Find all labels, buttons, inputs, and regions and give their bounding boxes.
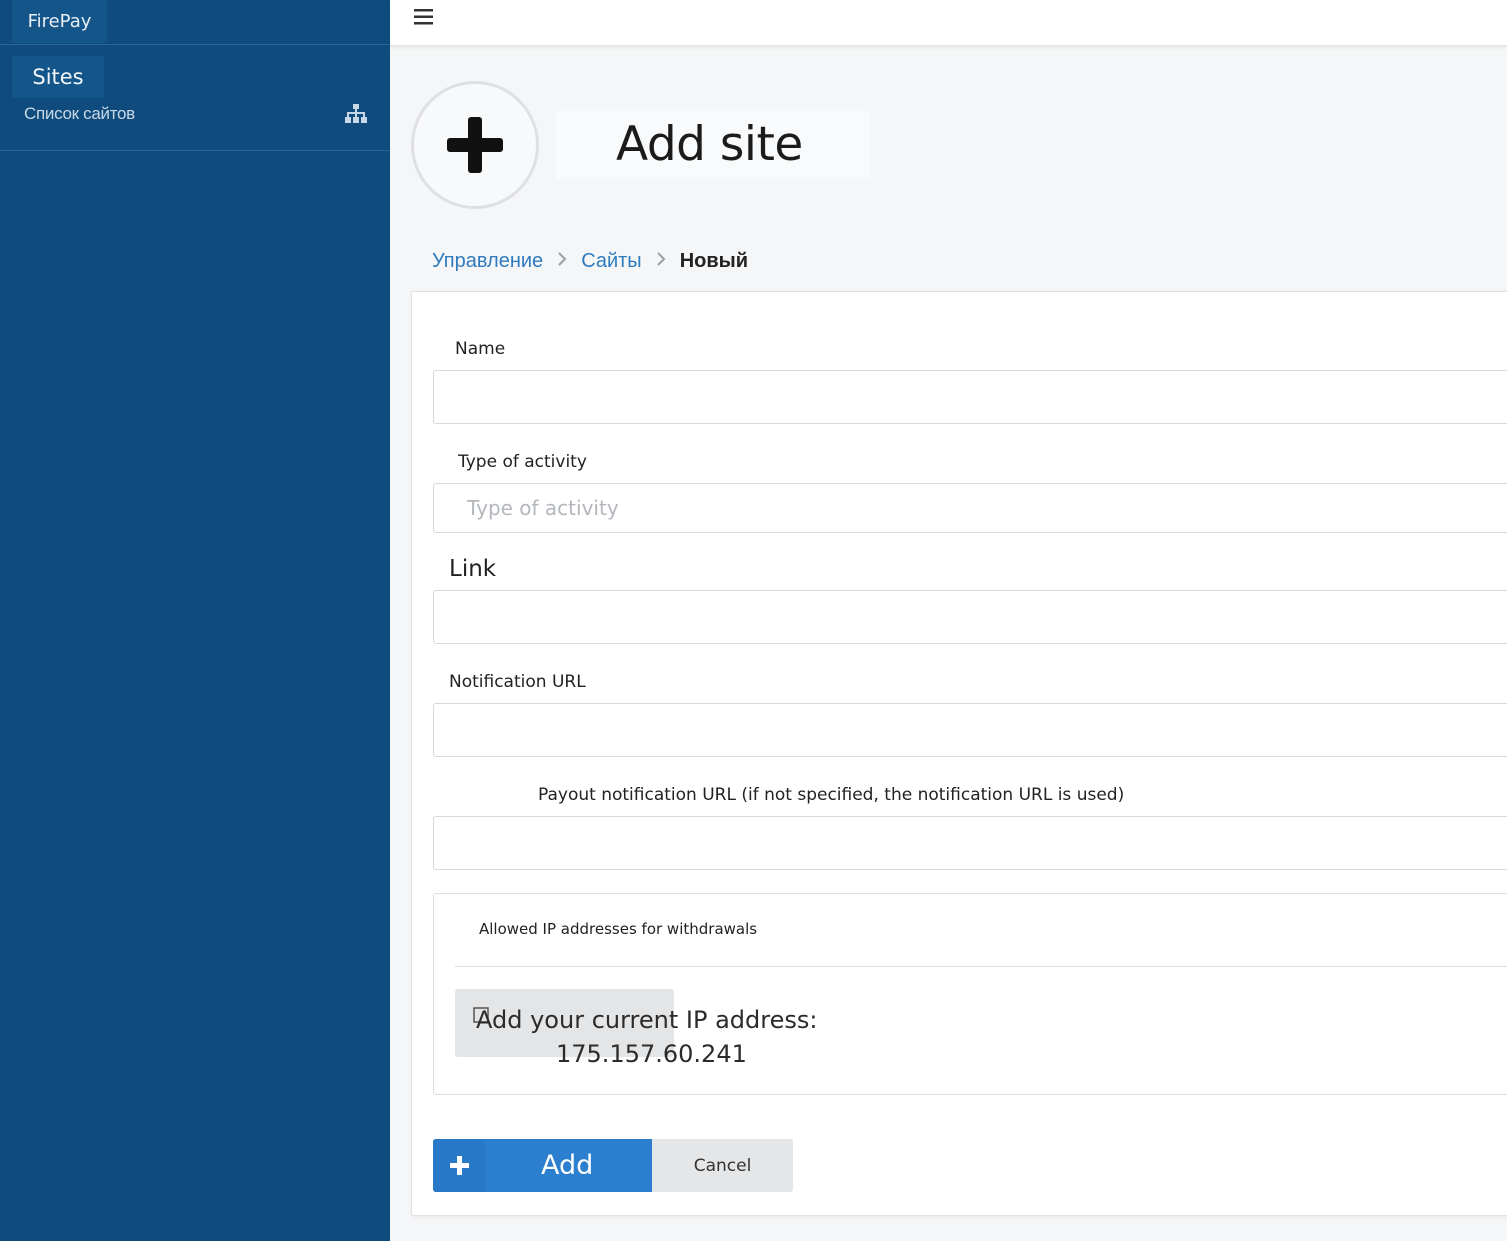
current-ip-value: 175.157.60.241 bbox=[556, 1040, 747, 1068]
page-title: Add site bbox=[616, 117, 803, 172]
sidebar-item-sites-list[interactable]: Список сайтов bbox=[24, 104, 135, 124]
type-of-activity-label: Type of activity bbox=[458, 452, 587, 472]
sidebar-section-title: Sites bbox=[12, 56, 104, 98]
notification-url-label: Notification URL bbox=[449, 672, 586, 692]
add-button[interactable]: Add bbox=[433, 1139, 652, 1192]
sitemap-icon bbox=[344, 104, 368, 124]
plus-icon bbox=[450, 1156, 469, 1179]
notification-url-input[interactable] bbox=[433, 703, 1507, 757]
sidebar-divider bbox=[0, 150, 390, 151]
chevron-right-icon bbox=[557, 250, 567, 273]
sidebar-divider bbox=[0, 44, 390, 45]
breadcrumb-item-current: Новый bbox=[679, 249, 749, 272]
breadcrumb-item-sites[interactable]: Сайты bbox=[581, 250, 642, 273]
name-input[interactable] bbox=[433, 370, 1507, 424]
link-input[interactable] bbox=[433, 590, 1507, 644]
link-label: Link bbox=[449, 556, 497, 582]
chevron-right-icon bbox=[656, 250, 666, 273]
name-label: Name bbox=[455, 339, 506, 359]
hamburger-icon[interactable] bbox=[414, 8, 434, 26]
cancel-button[interactable]: Cancel bbox=[652, 1139, 793, 1192]
brand-logo[interactable]: FirePay bbox=[12, 0, 107, 43]
plus-circle-icon bbox=[411, 81, 539, 209]
breadcrumb: Управление Сайты Новый bbox=[432, 246, 748, 276]
panel-divider bbox=[455, 966, 1507, 967]
payout-notification-url-input[interactable] bbox=[433, 816, 1507, 870]
add-button-label: Add bbox=[541, 1150, 594, 1181]
type-of-activity-input[interactable] bbox=[433, 483, 1507, 533]
payout-notification-url-label: Payout notification URL (if not specifie… bbox=[538, 785, 1125, 805]
add-current-ip-label[interactable]: Add your current IP address: bbox=[476, 1006, 817, 1034]
allowed-ips-title: Allowed IP addresses for withdrawals bbox=[479, 920, 758, 938]
sidebar: FirePay Sites Список сайтов bbox=[0, 0, 390, 1241]
breadcrumb-item-management[interactable]: Управление bbox=[432, 250, 543, 273]
top-bar bbox=[390, 0, 1507, 46]
